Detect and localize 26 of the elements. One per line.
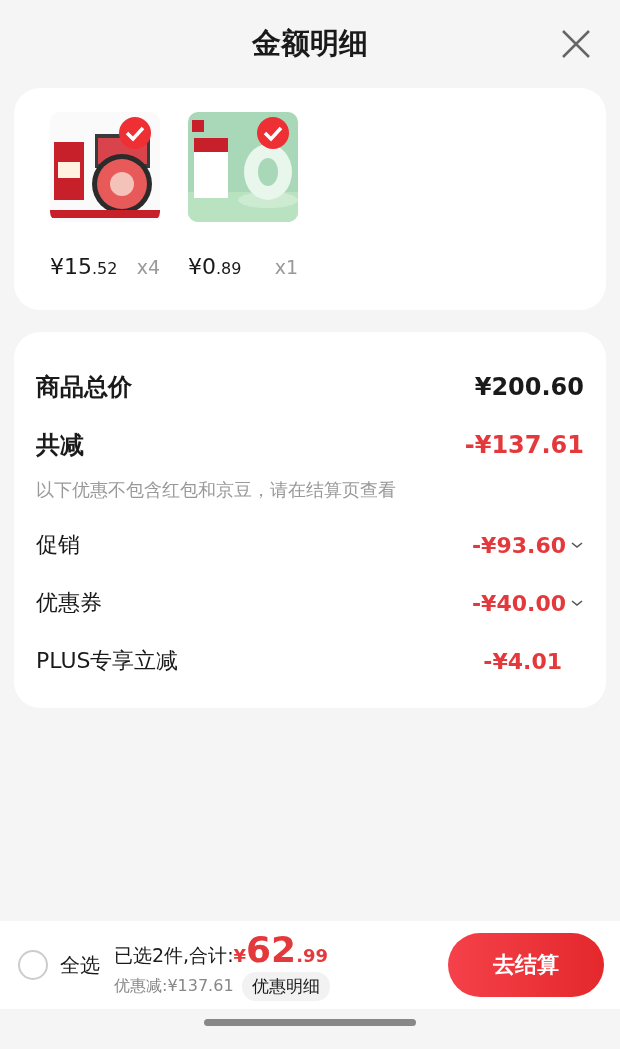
- product-quantity: x4: [136, 256, 160, 278]
- summary-amount: ¥200.60: [474, 373, 584, 401]
- selected-count: 已选2件,合计:: [114, 943, 234, 968]
- summary-amount: -¥40.00: [471, 590, 566, 616]
- summary-label: 共减: [36, 430, 84, 461]
- discount-note: 以下优惠不包含红包和京豆，请在结算页查看: [36, 478, 397, 502]
- discount-details-button[interactable]: 优惠明细: [241, 972, 330, 1001]
- summary-label: 促销: [36, 531, 80, 559]
- summary-amount: -¥93.60: [471, 532, 566, 558]
- product-quantity: x1: [274, 256, 298, 278]
- saved-amount: 优惠减:¥137.61: [114, 976, 234, 997]
- summary-amount: -¥4.01: [483, 648, 562, 674]
- close-icon[interactable]: [560, 28, 592, 60]
- summary-label: 商品总价: [36, 372, 132, 403]
- summary-amount: -¥137.61: [464, 431, 584, 459]
- chevron-down-icon[interactable]: [570, 540, 584, 550]
- chevron-down-icon[interactable]: [570, 598, 584, 608]
- product-price: ¥0.89: [188, 254, 242, 279]
- select-all-radio[interactable]: [18, 950, 48, 980]
- select-all-label: 全选: [60, 951, 100, 979]
- checkout-button[interactable]: 去结算: [448, 933, 604, 997]
- panel-title: 金额明细: [252, 25, 368, 62]
- summary-label: 优惠券: [36, 589, 102, 617]
- summary-label: PLUS专享立减: [36, 647, 179, 675]
- total-price: ¥62.99: [233, 929, 329, 970]
- product-price: ¥15.52: [50, 254, 118, 279]
